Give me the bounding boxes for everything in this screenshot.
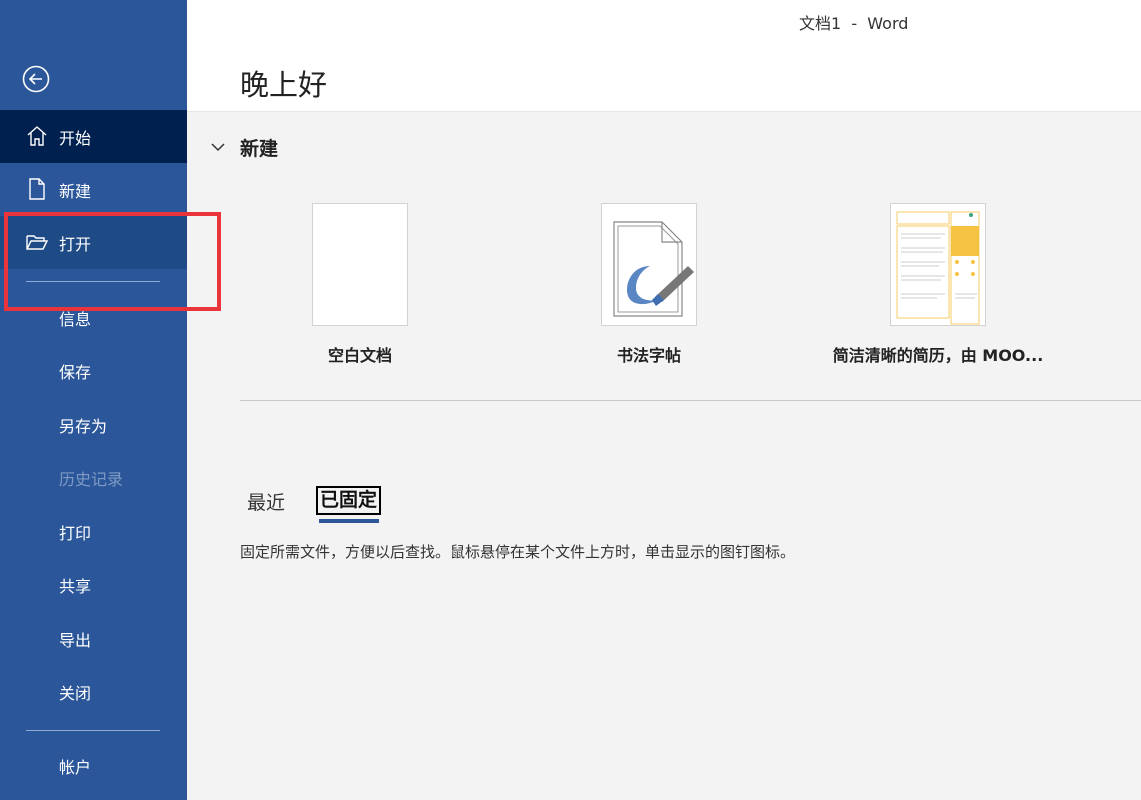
home-icon — [27, 126, 47, 146]
template-resume[interactable]: 简洁清晰的简历，由 MOO... — [808, 203, 1068, 365]
tab-pinned[interactable]: 已固定 — [316, 486, 382, 515]
sidebar-item-label: 导出 — [59, 630, 92, 650]
back-arrow-icon[interactable] — [22, 65, 50, 93]
tab-recent[interactable]: 最近 — [247, 488, 285, 515]
sidebar-item-label: 打开 — [59, 234, 92, 254]
window-title: 文档1 - Word — [799, 14, 909, 33]
blank-document-thumbnail — [312, 203, 408, 326]
template-name: 空白文档 — [327, 346, 392, 365]
sidebar-item-account[interactable]: 帐户 — [0, 739, 187, 792]
sidebar-item-home[interactable]: 开始 — [0, 110, 187, 163]
sidebar-item-label: 新建 — [59, 181, 92, 201]
sidebar-item-label: 信息 — [59, 309, 92, 329]
sidebar-item-print[interactable]: 打印 — [0, 505, 187, 558]
calligraphy-thumbnail — [601, 203, 697, 326]
resume-preview-icon — [895, 210, 981, 325]
sidebar-item-close[interactable]: 关闭 — [0, 665, 187, 718]
calligraphy-brush-icon — [613, 221, 694, 317]
sidebar-item-info[interactable]: 信息 — [0, 291, 187, 344]
sidebar-item-save-as[interactable]: 另存为 — [0, 398, 187, 451]
backstage-main: 文档1 - Word 晚上好 新建 空白文档 书法字帖 简洁清晰的简历，由 MO… — [187, 0, 1141, 800]
sidebar-divider — [26, 281, 160, 282]
sidebar-item-label: 帐户 — [59, 757, 92, 777]
template-name: 简洁清晰的简历，由 MOO... — [832, 346, 1044, 365]
template-calligraphy[interactable]: 书法字帖 — [519, 203, 779, 365]
sidebar-item-open[interactable]: 打开 — [0, 216, 187, 269]
template-blank-document[interactable]: 空白文档 — [230, 203, 490, 365]
sidebar-item-export[interactable]: 导出 — [0, 612, 187, 665]
pinned-hint-text: 固定所需文件，方便以后查找。鼠标悬停在某个文件上方时，单击显示的图钉图标。 — [240, 543, 796, 561]
backstage-sidebar: 开始 新建 打开 信息 保存 另存为 历史记录 打印 共享 导出 关闭 帐户 — [0, 0, 187, 800]
new-document-icon — [29, 178, 45, 200]
sidebar-item-save[interactable]: 保存 — [0, 344, 187, 397]
new-section-title: 新建 — [240, 138, 279, 160]
sidebar-item-label: 打印 — [59, 523, 92, 543]
chevron-down-icon[interactable] — [210, 139, 226, 155]
sidebar-divider — [26, 730, 160, 731]
open-folder-icon — [26, 235, 48, 250]
greeting: 晚上好 — [240, 68, 328, 102]
sidebar-item-history: 历史记录 — [0, 451, 187, 504]
template-name: 书法字帖 — [616, 346, 681, 365]
section-divider — [240, 400, 1141, 401]
sidebar-item-label: 另存为 — [59, 416, 108, 436]
sidebar-item-label: 共享 — [59, 576, 92, 596]
sidebar-item-label: 关闭 — [59, 683, 92, 703]
sidebar-item-label: 历史记录 — [59, 469, 124, 489]
sidebar-item-label: 开始 — [59, 128, 92, 148]
sidebar-item-new[interactable]: 新建 — [0, 163, 187, 216]
resume-thumbnail — [890, 203, 986, 326]
greeting-band — [187, 0, 1141, 112]
sidebar-item-label: 保存 — [59, 362, 92, 382]
active-tab-indicator — [319, 519, 379, 523]
sidebar-item-share[interactable]: 共享 — [0, 558, 187, 611]
